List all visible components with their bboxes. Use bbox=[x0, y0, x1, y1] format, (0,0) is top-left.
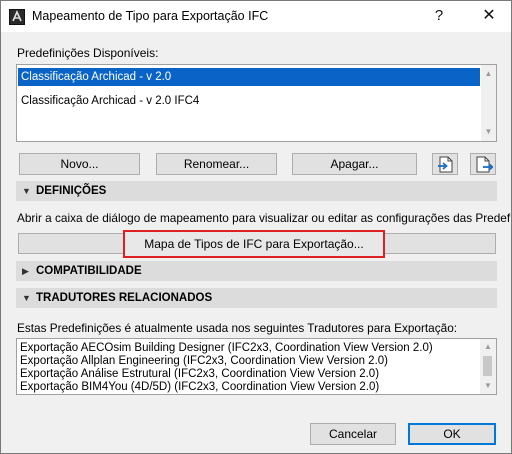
expanded-triangle-icon: ▼ bbox=[22, 186, 31, 196]
scroll-down-icon[interactable]: ▼ bbox=[480, 378, 496, 394]
translators-list[interactable]: Exportação AECOsim Building Designer (IF… bbox=[16, 338, 497, 395]
scroll-down-icon[interactable]: ▼ bbox=[481, 124, 496, 140]
translator-item[interactable]: Exportação BIM4You (4D/5D) (IFC2x3, Coor… bbox=[20, 381, 379, 394]
new-preset-button[interactable]: Novo... bbox=[19, 153, 140, 175]
scroll-thumb[interactable] bbox=[483, 356, 492, 376]
section-translators-label: TRADUTORES RELACIONADOS bbox=[36, 292, 213, 304]
scroll-up-icon[interactable]: ▲ bbox=[481, 66, 496, 82]
expanded-triangle-icon: ▼ bbox=[22, 293, 31, 303]
rename-preset-button[interactable]: Renomear... bbox=[156, 153, 277, 175]
collapsed-triangle-icon: ▶ bbox=[22, 266, 29, 276]
definitions-description: Abrir a caixa de diálogo de mapeamento p… bbox=[17, 211, 511, 225]
section-compatibility-header[interactable]: ▶ COMPATIBILIDADE bbox=[16, 261, 497, 281]
section-definitions-label: DEFINIÇÕES bbox=[36, 185, 107, 197]
ok-button[interactable]: OK bbox=[408, 423, 496, 445]
scroll-up-icon[interactable]: ▲ bbox=[480, 339, 496, 355]
translators-description: Estas Predefinições é atualmente usada n… bbox=[17, 321, 458, 335]
presets-scrollbar[interactable]: ▲ ▼ bbox=[481, 65, 496, 141]
ifc-type-mapping-dialog: Mapeamento de Tipo para Exportação IFC ?… bbox=[0, 0, 512, 454]
import-preset-button[interactable] bbox=[432, 153, 458, 175]
close-button[interactable]: ✕ bbox=[471, 3, 507, 29]
help-button[interactable]: ? bbox=[425, 3, 453, 29]
cancel-button[interactable]: Cancelar bbox=[310, 423, 396, 445]
section-definitions-header[interactable]: ▼ DEFINIÇÕES bbox=[16, 181, 497, 201]
import-icon bbox=[438, 156, 453, 173]
export-icon bbox=[476, 156, 493, 173]
window-title: Mapeamento de Tipo para Exportação IFC bbox=[32, 9, 269, 23]
section-translators-header[interactable]: ▼ TRADUTORES RELACIONADOS bbox=[16, 288, 497, 308]
translator-item[interactable]: Exportação Allplan Engineering (IFC2x3, … bbox=[20, 355, 388, 368]
section-compatibility-label: COMPATIBILIDADE bbox=[36, 265, 142, 277]
presets-list[interactable]: Classificação Archicad - v 2.0 Classific… bbox=[16, 64, 497, 142]
title-bar: Mapeamento de Tipo para Exportação IFC ?… bbox=[1, 1, 511, 32]
archicad-app-icon bbox=[9, 9, 25, 25]
translator-item[interactable]: Exportação AECOsim Building Designer (IF… bbox=[20, 342, 433, 355]
export-preset-button[interactable] bbox=[470, 153, 496, 175]
translators-scrollbar[interactable]: ▲ ▼ bbox=[480, 339, 496, 394]
delete-preset-button[interactable]: Apagar... bbox=[292, 153, 417, 175]
preset-item[interactable]: Classificação Archicad - v 2.0 bbox=[18, 68, 480, 86]
translator-item[interactable]: Exportação Análise Estrutural (IFC2x3, C… bbox=[20, 368, 379, 381]
preset-item[interactable]: Classificação Archicad - v 2.0 IFC4 bbox=[18, 92, 480, 110]
presets-label: Predefinições Disponíveis: bbox=[17, 46, 159, 60]
ifc-export-type-mapping-button[interactable]: Mapa de Tipos de IFC para Exportação... bbox=[123, 230, 385, 258]
